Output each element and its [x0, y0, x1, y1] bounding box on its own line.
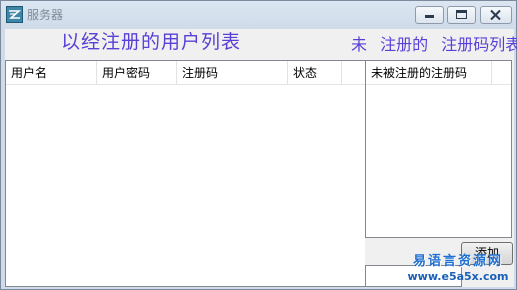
- heading-right-part1: 未: [351, 35, 368, 54]
- codes-list-header: 未被注册的注册码: [366, 61, 511, 85]
- column-header-status[interactable]: 状态: [288, 61, 342, 85]
- unregistered-codes-list[interactable]: 未被注册的注册码: [365, 60, 512, 238]
- column-header-username[interactable]: 用户名: [6, 61, 97, 85]
- minimize-button[interactable]: [415, 6, 444, 24]
- minimize-icon: [425, 15, 434, 18]
- unregistered-codes-heading: 未 注册的 注册码列表: [351, 33, 517, 57]
- maximize-button[interactable]: [447, 6, 476, 24]
- app-icon[interactable]: [6, 6, 23, 23]
- server-window: 服务器 以经注册的用户列表 未 注册的 注册码列表 用户名 用户密码 注册码 状…: [0, 0, 517, 290]
- registered-users-heading: 以经注册的用户列表: [61, 31, 242, 53]
- column-header-reg-code[interactable]: 注册码: [177, 61, 288, 85]
- column-header-password[interactable]: 用户密码: [97, 61, 177, 85]
- close-icon: [490, 9, 501, 21]
- title-bar[interactable]: 服务器: [1, 1, 516, 29]
- column-header-filler: [492, 61, 511, 85]
- registered-users-list[interactable]: 用户名 用户密码 注册码 状态: [5, 60, 367, 287]
- heading-right-part2: 注册的: [380, 35, 429, 54]
- client-area: 以经注册的用户列表 未 注册的 注册码列表 用户名 用户密码 注册码 状态 未被…: [5, 29, 517, 287]
- watermark-url: www.e5a5x.com: [407, 270, 509, 283]
- close-button[interactable]: [480, 6, 512, 24]
- column-header-unregistered-code[interactable]: 未被注册的注册码: [366, 61, 492, 85]
- heading-right-part3: 注册码列表: [441, 35, 517, 54]
- watermark-title: 易语言资源网: [412, 254, 503, 269]
- window-title: 服务器: [27, 8, 64, 22]
- watermark-logo: 易语言资源网 www.e5a5x.com: [402, 254, 514, 290]
- users-list-header: 用户名 用户密码 注册码 状态: [6, 61, 366, 85]
- maximize-icon: [456, 10, 467, 19]
- column-header-filler: [342, 61, 366, 85]
